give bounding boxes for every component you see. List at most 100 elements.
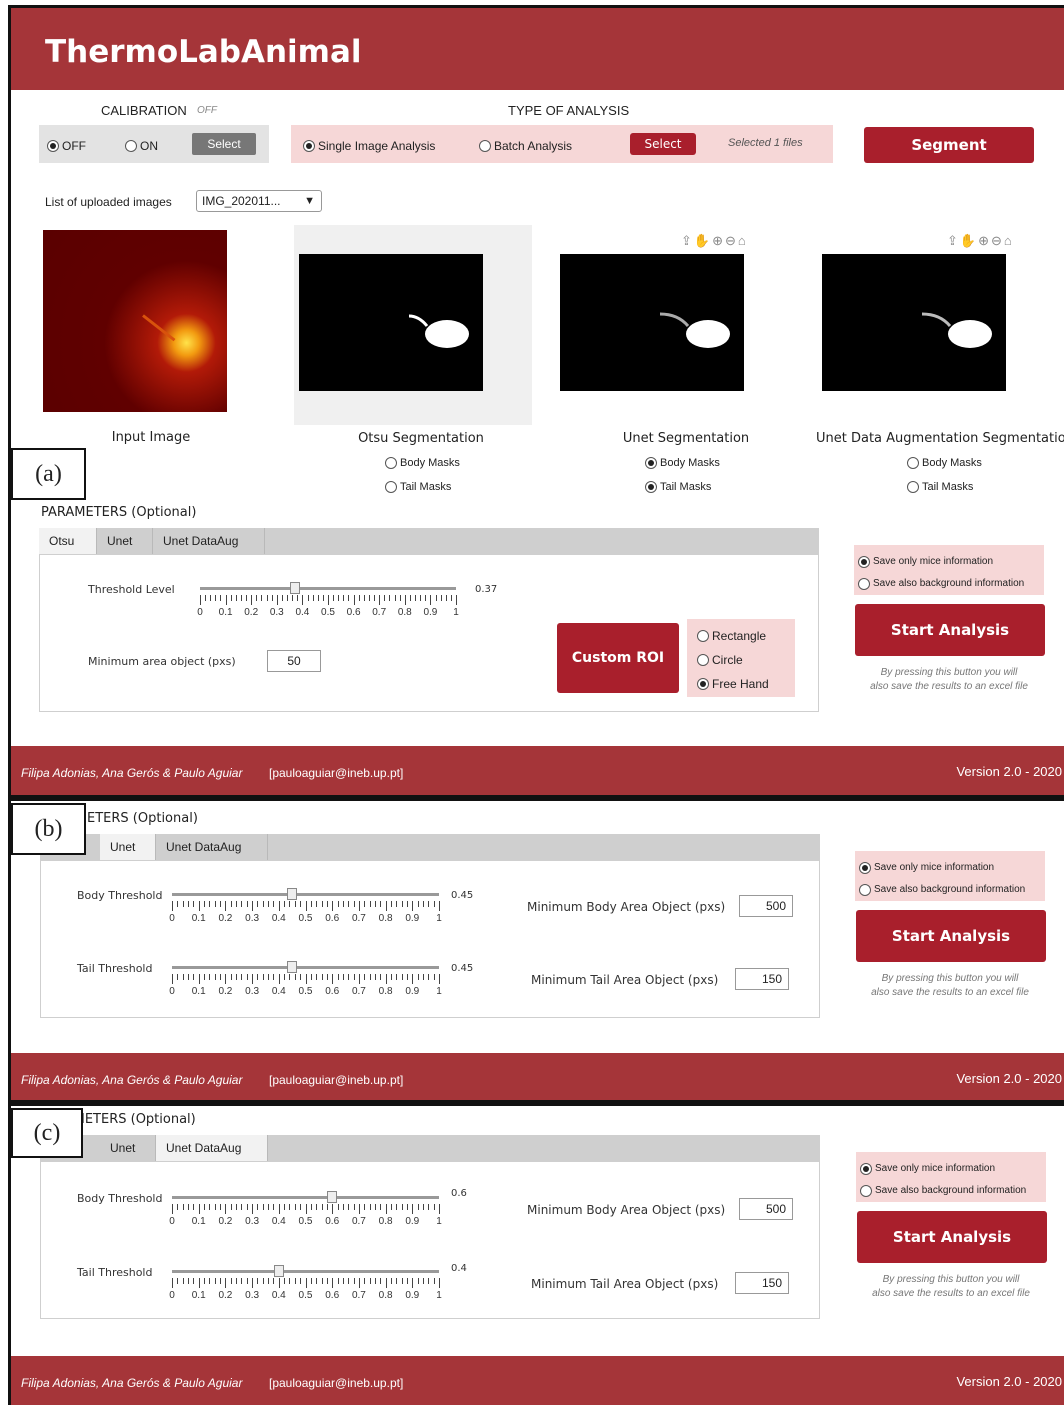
slider-tick [236,974,238,980]
footer-email[interactable]: [pauloaguiar@ineb.up.pt] [269,766,403,780]
analysis-select-button[interactable]: Select [630,133,696,155]
save-background-radio[interactable]: Save also background information [859,881,1025,899]
slider-tick [273,901,275,907]
roi-rectangle-radio[interactable]: Rectangle [697,627,766,645]
slider-tick [358,595,360,601]
slider-tick-label: 0.1 [191,1216,206,1227]
pan-icon[interactable]: ✋ [694,233,710,249]
tab-unet-dataaug[interactable]: Unet DataAug [156,834,268,860]
slider-track[interactable] [172,1270,439,1273]
analysis-box: Single Image Analysis Batch Analysis Sel… [291,125,833,163]
slider-track[interactable] [172,966,439,969]
calibration-select-button[interactable]: Select [192,133,256,155]
zoom-in-icon[interactable]: ⊕ [712,233,723,249]
slider-track[interactable] [172,893,439,896]
slider-track[interactable] [200,587,456,590]
radio-icon [385,456,397,469]
slider-tick [289,974,291,980]
start-analysis-button[interactable]: Start Analysis [857,1211,1047,1263]
min-body-area-input[interactable]: 500 [739,1198,793,1220]
slider-thumb[interactable] [287,888,298,900]
slider-tick-label: 0.8 [378,913,393,924]
slider-tick [337,901,339,907]
tab-unet[interactable]: Unet [100,1135,156,1161]
slider-tick [220,595,222,601]
custom-roi-button[interactable]: Custom ROI [557,623,679,693]
start-analysis-button[interactable]: Start Analysis [855,604,1045,656]
export-icon[interactable]: ⇪ [947,233,958,249]
slider-tick [401,901,403,907]
zoom-in-icon[interactable]: ⊕ [978,233,989,249]
min-tail-area-input[interactable]: 150 [735,968,789,990]
unet-aug-body-masks-radio[interactable]: Body Masks [907,454,982,472]
slider-tick [380,1278,382,1284]
slider-thumb[interactable] [287,961,298,973]
footer-email[interactable]: [pauloaguiar@ineb.up.pt] [269,1376,403,1390]
unet-aug-tail-masks-radio[interactable]: Tail Masks [907,478,973,496]
save-mice-radio[interactable]: Save only mice information [860,1160,995,1178]
save-background-radio[interactable]: Save also background information [858,575,1024,593]
slider-tick [412,974,414,984]
slider-tick-label: 0.3 [245,1216,260,1227]
save-mice-radio[interactable]: Save only mice information [859,859,994,877]
roi-freehand-radio[interactable]: Free Hand [697,675,769,693]
save-background-radio[interactable]: Save also background information [860,1182,1026,1200]
min-body-area-input[interactable]: 500 [739,895,793,917]
min-area-input[interactable]: 50 [267,650,321,672]
zoom-out-icon[interactable]: ⊖ [991,233,1002,249]
slider-tick [435,595,437,601]
uploaded-dropdown[interactable]: IMG_202011... ▼ [196,190,322,212]
tab-unet[interactable]: Unet [97,528,153,554]
slider-tick-label: 0.8 [378,1216,393,1227]
unet-body-masks-radio[interactable]: Body Masks [645,454,720,472]
export-icon[interactable]: ⇪ [681,233,692,249]
slider-tick [256,595,258,601]
save-mice-radio[interactable]: Save only mice information [858,553,993,571]
start-analysis-button[interactable]: Start Analysis [856,910,1046,962]
home-icon[interactable]: ⌂ [738,233,746,248]
segment-button[interactable]: Segment [864,127,1034,163]
batch-analysis-radio[interactable]: Batch Analysis [479,137,572,155]
slider-tick [205,595,207,601]
slider-tick [172,974,173,984]
slider-tick [289,1278,291,1284]
slider-tick-label: 0 [197,607,203,618]
slider-thumb[interactable] [289,582,300,594]
slider-tick [305,1204,307,1214]
slider-tick [305,974,307,984]
unet-tail-masks-radio[interactable]: Tail Masks [645,478,711,496]
slider-track[interactable] [172,1196,439,1199]
roi-circle-radio[interactable]: Circle [697,651,743,669]
threshold-level-label: Threshold Level [88,583,175,596]
parameters-title: PARAMETERS (Optional) [41,505,197,520]
tab-unet[interactable]: Unet [100,834,156,860]
slider-tick [225,974,227,984]
slider-tick-label: 0.7 [372,607,387,618]
calibration-off-radio[interactable]: OFF [47,137,86,155]
slider-tick-label: 0.4 [271,986,286,997]
home-icon[interactable]: ⌂ [1004,233,1012,248]
slider-tick [409,595,411,601]
slider-tick [406,901,408,907]
tab-otsu[interactable]: Otsu [39,528,97,554]
otsu-tail-masks-radio[interactable]: Tail Masks [385,478,451,496]
slider-tick [305,901,307,911]
pan-icon[interactable]: ✋ [960,233,976,249]
slider-tick [204,1204,206,1210]
single-analysis-radio[interactable]: Single Image Analysis [303,137,435,155]
calibration-on-radio[interactable]: ON [125,137,158,155]
min-tail-area-input[interactable]: 150 [735,1272,789,1294]
slider-tick [358,901,360,911]
footer-email[interactable]: [pauloaguiar@ineb.up.pt] [269,1073,403,1087]
otsu-body-masks-radio[interactable]: Body Masks [385,454,460,472]
slider-thumb[interactable] [327,1191,338,1203]
slider-tick [445,595,447,601]
save-options-box: Save only mice information Save also bac… [856,1152,1046,1202]
zoom-out-icon[interactable]: ⊖ [725,233,736,249]
tab-unet-dataaug[interactable]: Unet DataAug [156,1135,268,1161]
slider-tick [257,1278,259,1284]
slider-tick [420,595,422,601]
tab-unet-dataaug[interactable]: Unet DataAug [153,528,265,554]
slider-thumb[interactable] [273,1265,284,1277]
start-analysis-note: By pressing this button you will also sav… [871,973,1029,998]
